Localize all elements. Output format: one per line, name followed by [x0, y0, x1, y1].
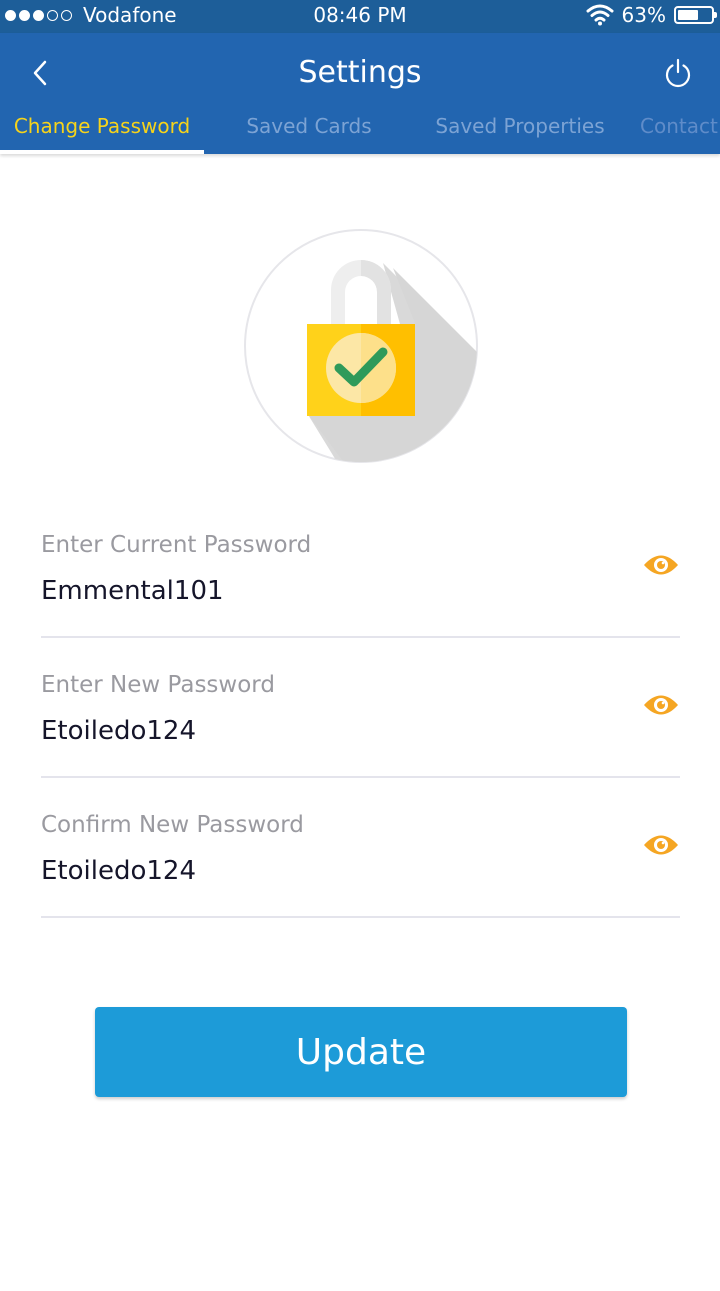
wifi-icon [586, 4, 614, 26]
battery-icon [674, 6, 717, 24]
active-tab-indicator [0, 150, 204, 154]
tab-saved-cards[interactable]: Saved Cards [218, 109, 400, 154]
confirm-password-field[interactable]: Confirm New Password Etoiledo124 [41, 808, 680, 918]
battery-cap [714, 12, 717, 18]
status-bar: Vodafone 08:46 PM 63% [0, 0, 720, 33]
padlock-check-icon [244, 229, 478, 463]
app-header: Settings Change Password Saved Cards Sav… [0, 33, 720, 154]
eye-icon[interactable] [642, 692, 680, 718]
update-button[interactable]: Update [95, 1007, 627, 1097]
eye-icon[interactable] [642, 552, 680, 578]
page-title: Settings [298, 55, 422, 90]
settings-tabs: Change Password Saved Cards Saved Proper… [0, 109, 720, 154]
tab-change-password[interactable]: Change Password [0, 109, 204, 154]
power-icon [665, 58, 691, 88]
current-password-field[interactable]: Enter Current Password Emmental101 [41, 528, 680, 638]
current-password-label: Enter Current Password [41, 532, 312, 558]
confirm-password-label: Confirm New Password [41, 812, 304, 838]
current-password-input[interactable]: Emmental101 [41, 576, 224, 606]
eye-icon[interactable] [642, 832, 680, 858]
app-screen: Vodafone 08:46 PM 63% Settings Change Pa… [0, 0, 720, 1291]
status-right: 63% [586, 3, 717, 27]
tab-contact[interactable]: Contact [640, 109, 718, 154]
new-password-input[interactable]: Etoiledo124 [41, 716, 196, 746]
new-password-label: Enter New Password [41, 672, 275, 698]
confirm-password-input[interactable]: Etoiledo124 [41, 856, 196, 886]
tab-saved-properties[interactable]: Saved Properties [424, 109, 616, 154]
battery-percent: 63% [621, 3, 666, 27]
logout-button[interactable] [660, 55, 696, 91]
battery-fill [678, 10, 698, 20]
new-password-field[interactable]: Enter New Password Etoiledo124 [41, 668, 680, 778]
